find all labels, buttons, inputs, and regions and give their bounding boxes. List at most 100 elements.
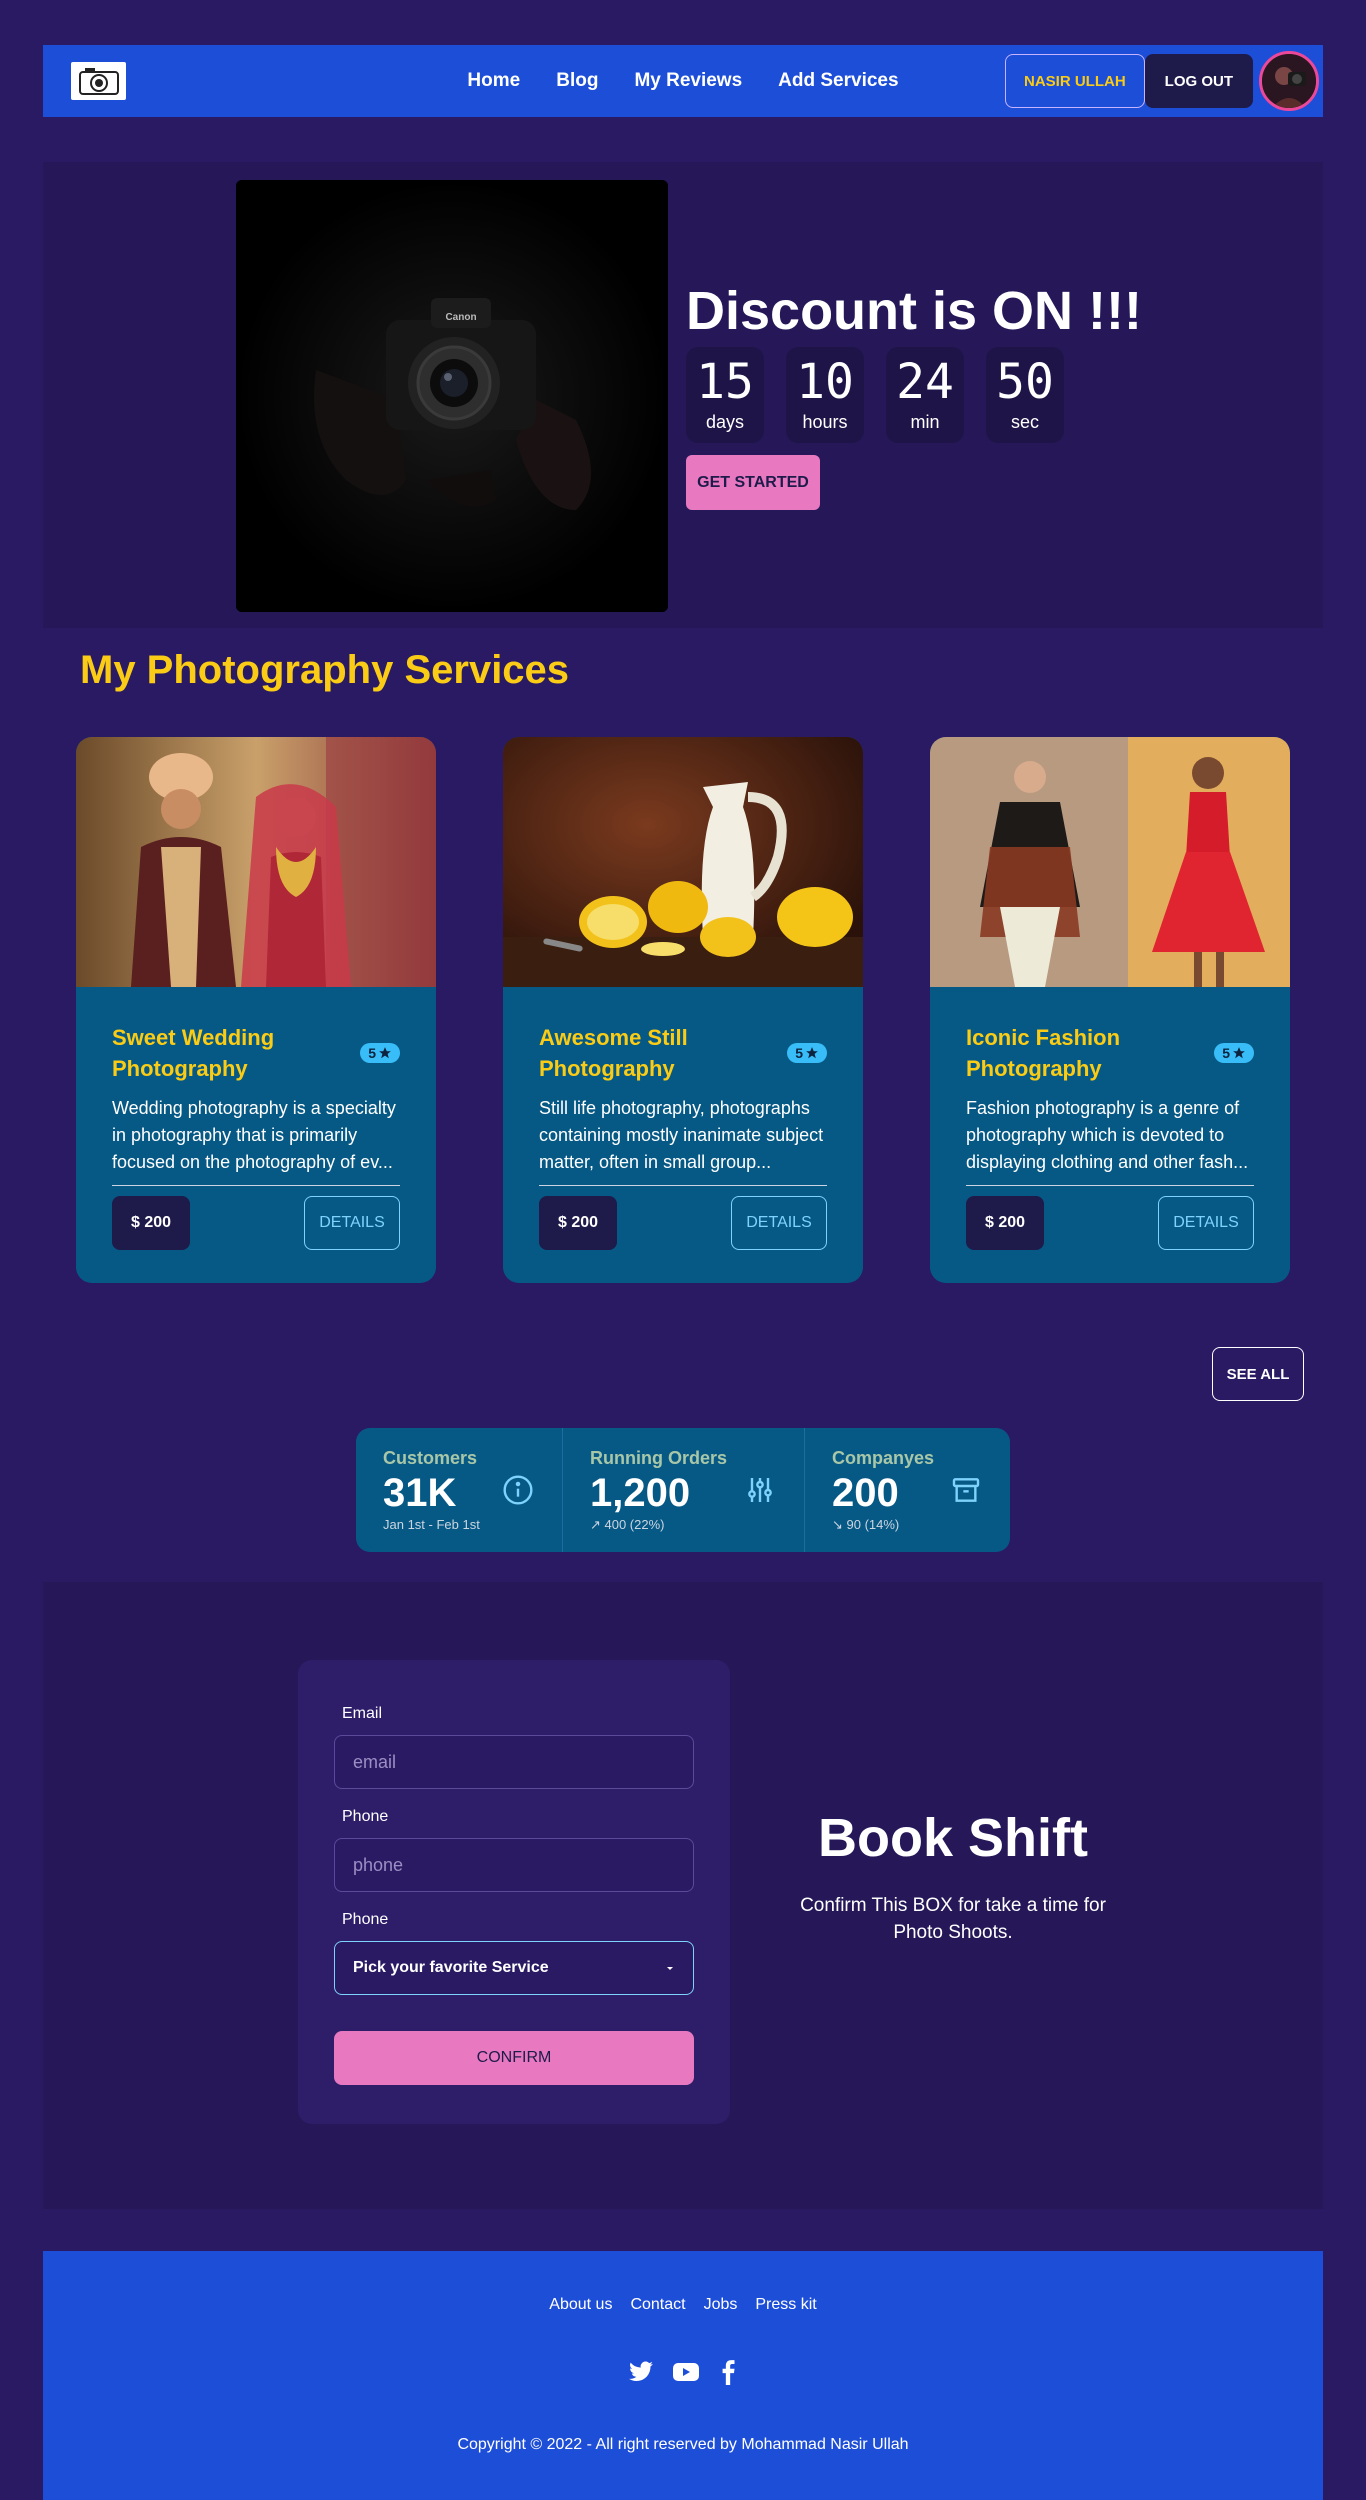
details-button[interactable]: DETAILS: [731, 1195, 827, 1250]
booking-section: Email Phone Phone Pick your favorite Ser…: [43, 1582, 1323, 2209]
countdown-days: 15 days: [686, 347, 764, 443]
card-description: Still life photography, photographs cont…: [539, 1097, 824, 1172]
service-select-value: Pick your favorite Service: [353, 1959, 549, 1976]
rating-badge: 5: [1214, 1043, 1254, 1063]
logout-button[interactable]: LOG OUT: [1144, 54, 1253, 108]
services-title: My Photography Services: [80, 648, 570, 692]
stat-title: Companyes: [832, 1448, 935, 1468]
see-all-button[interactable]: SEE ALL: [1212, 1347, 1304, 1401]
footer-jobs-link[interactable]: Jobs: [704, 2296, 738, 2314]
twitter-icon[interactable]: [628, 2359, 654, 2385]
info-icon: [503, 1475, 533, 1505]
star-icon: [806, 1047, 818, 1059]
price-badge: $ 200: [966, 1195, 1044, 1250]
card-footer: $ 200 DETAILS: [966, 1195, 1254, 1250]
card-description: Wedding photography is a specialty in ph…: [112, 1097, 396, 1172]
fashion-illustration: [930, 737, 1290, 987]
footer-links: About us Contact Jobs Press kit: [43, 2296, 1323, 2314]
footer-copyright: Copyright © 2022 - All right reserved by…: [457, 2436, 909, 2453]
stat-running-orders: Running Orders 1,200 ↗︎ 400 (22%): [562, 1428, 804, 1552]
stat-desc: ↗︎ 400 (22%): [590, 1517, 665, 1532]
user-name-button[interactable]: NASIR ULLAH: [1005, 54, 1145, 108]
price-badge: $ 200: [112, 1195, 190, 1250]
card-body: Awesome Still Photography 5 Still life p…: [503, 987, 863, 1250]
service-card-wedding: Sweet Wedding Photography 5 Wedding phot…: [76, 737, 436, 1283]
stat-value: 200: [832, 1471, 899, 1515]
camera-icon: [78, 68, 119, 95]
booking-form: Email Phone Phone Pick your favorite Ser…: [298, 1660, 730, 2124]
stat-title: Customers: [383, 1448, 478, 1468]
card-body: Sweet Wedding Photography 5 Wedding phot…: [76, 987, 436, 1250]
avatar[interactable]: [1259, 51, 1319, 111]
logo[interactable]: [71, 62, 126, 100]
star-icon: [1233, 1047, 1245, 1059]
hero-camera-illustration: Canon: [236, 180, 668, 612]
stat-desc: ↘︎ 90 (14%): [832, 1517, 900, 1532]
service-card-still: Awesome Still Photography 5 Still life p…: [503, 737, 863, 1283]
star-icon: [379, 1047, 391, 1059]
card-title[interactable]: Iconic Fashion Photography: [966, 1023, 1186, 1085]
footer-contact-link[interactable]: Contact: [630, 2296, 685, 2314]
fashion-image: [930, 737, 1290, 987]
countdown-label: min: [910, 411, 940, 432]
countdown-label: sec: [1010, 411, 1039, 432]
service-label: Phone: [342, 1911, 389, 1928]
service-select[interactable]: Pick your favorite Service: [334, 1941, 694, 1995]
rating-badge: 5: [787, 1043, 827, 1063]
card-body: Iconic Fashion Photography 5 Fashion pho…: [930, 987, 1290, 1250]
still-life-image: [503, 737, 863, 987]
nav-add-services[interactable]: Add Services: [778, 70, 898, 92]
facebook-icon[interactable]: [718, 2359, 738, 2385]
get-started-button[interactable]: GET STARTED: [686, 455, 820, 510]
hero-title: Discount is ON !!!: [686, 281, 1142, 341]
countdown-value: 10: [796, 353, 854, 410]
hero-camera-image: Canon: [236, 180, 668, 612]
details-button[interactable]: DETAILS: [304, 1195, 400, 1250]
card-title[interactable]: Awesome Still Photography: [539, 1023, 759, 1085]
nav-home[interactable]: Home: [467, 70, 520, 92]
nav-my-reviews[interactable]: My Reviews: [634, 70, 742, 92]
avatar-image: [1262, 54, 1316, 108]
youtube-icon[interactable]: [672, 2359, 700, 2385]
card-footer: $ 200 DETAILS: [112, 1195, 400, 1250]
stat-title: Running Orders: [590, 1448, 728, 1468]
wedding-illustration: [76, 737, 436, 987]
footer-press-kit-link[interactable]: Press kit: [755, 2296, 816, 2314]
navbar: Home Blog My Reviews Add Services NASIR …: [43, 45, 1323, 117]
still-life-illustration: [503, 737, 863, 987]
stat-companies: Companyes 200 ↘︎ 90 (14%): [804, 1428, 1010, 1552]
phone-label: Phone: [342, 1808, 389, 1825]
phone-input[interactable]: [334, 1838, 694, 1892]
card-divider: [539, 1184, 827, 1186]
card-footer: $ 200 DETAILS: [539, 1195, 827, 1250]
caret-down-icon: [667, 1967, 673, 1970]
footer: About us Contact Jobs Press kit Copyrigh…: [43, 2251, 1323, 2500]
nav-blog[interactable]: Blog: [556, 70, 598, 92]
camera-brand: Canon: [445, 312, 476, 323]
rating-value: 5: [368, 1045, 376, 1061]
sliders-icon: [748, 1478, 772, 1502]
email-input[interactable]: [334, 1735, 694, 1789]
rating-value: 5: [1222, 1045, 1230, 1061]
rating-value: 5: [795, 1045, 803, 1061]
footer-about-link[interactable]: About us: [549, 2296, 612, 2314]
card-description: Fashion photography is a genre of photog…: [966, 1097, 1249, 1172]
confirm-button[interactable]: CONFIRM: [334, 2031, 694, 2085]
countdown-value: 24: [896, 353, 954, 410]
booking-title: Book Shift: [818, 1808, 1088, 1868]
countdown-label: hours: [802, 411, 848, 432]
card-title[interactable]: Sweet Wedding Photography: [112, 1023, 332, 1085]
countdown-min: 24 min: [886, 347, 964, 443]
service-card-fashion: Iconic Fashion Photography 5 Fashion pho…: [930, 737, 1290, 1283]
price-badge: $ 200: [539, 1195, 617, 1250]
email-label: Email: [342, 1705, 383, 1722]
details-button[interactable]: DETAILS: [1158, 1195, 1254, 1250]
countdown-value: 15: [696, 353, 754, 410]
card-divider: [966, 1184, 1254, 1186]
stats-panel: Customers 31K Jan 1st - Feb 1st Running …: [356, 1428, 1010, 1552]
countdown-value: 50: [996, 353, 1054, 410]
booking-description: Confirm This BOX for take a time for Pho…: [800, 1895, 1106, 1943]
stat-value: 31K: [383, 1471, 457, 1515]
countdown: 15 days 10 hours 24 min 50 sec: [686, 347, 1064, 443]
countdown-hours: 10 hours: [786, 347, 864, 443]
